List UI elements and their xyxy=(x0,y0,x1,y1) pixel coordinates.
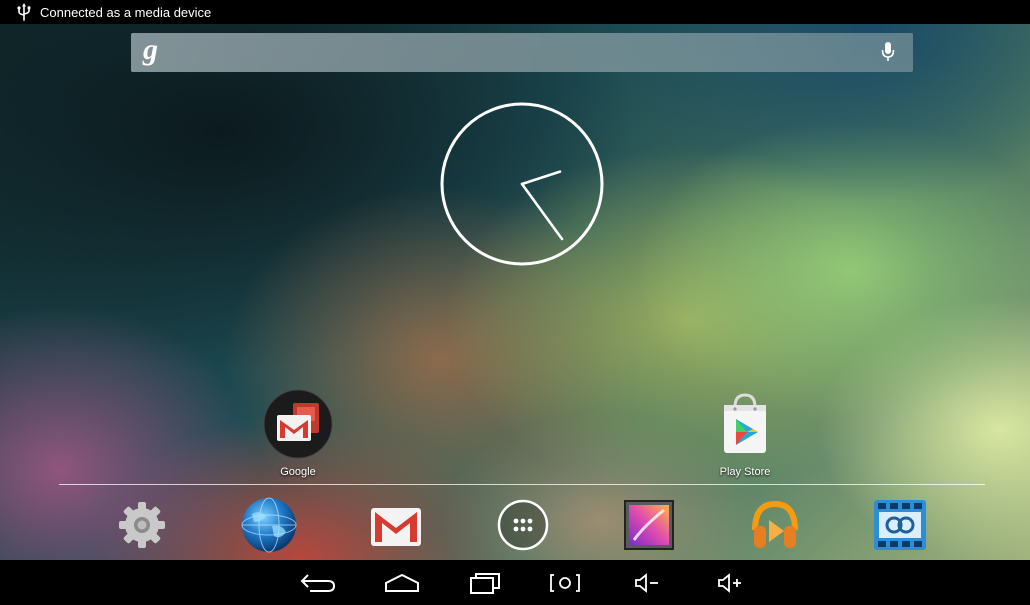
back-button[interactable] xyxy=(293,568,343,598)
analog-clock-widget[interactable] xyxy=(438,100,606,268)
app-label-play-store: Play Store xyxy=(719,466,771,478)
dock-divider xyxy=(59,484,985,485)
google-search-bar[interactable]: g xyxy=(131,33,913,72)
status-bar[interactable]: Connected as a media device xyxy=(0,0,1030,24)
mic-icon[interactable] xyxy=(881,41,895,63)
google-folder-icon xyxy=(263,389,333,459)
screenshot-icon xyxy=(550,574,580,592)
gmail-icon xyxy=(371,508,421,546)
volume-down-icon xyxy=(635,573,658,593)
volume-up-icon xyxy=(718,573,741,593)
screenshot-button[interactable] xyxy=(540,568,590,598)
settings-icon xyxy=(119,502,165,548)
google-logo[interactable]: g xyxy=(143,35,158,65)
dock-gmail[interactable] xyxy=(367,496,425,554)
app-drawer-icon xyxy=(497,499,549,551)
dock-app-drawer[interactable] xyxy=(494,496,552,554)
dock-gallery[interactable] xyxy=(620,496,678,554)
dock-browser[interactable] xyxy=(240,496,298,554)
back-icon xyxy=(300,574,336,592)
clock-minute-hand xyxy=(520,170,562,186)
recents-button[interactable] xyxy=(460,568,510,598)
play-store-app[interactable]: Play Store xyxy=(700,389,790,478)
dock-movie-studio[interactable] xyxy=(871,496,929,554)
play-music-icon xyxy=(752,500,798,548)
clock-hour-hand xyxy=(520,182,564,241)
usb-icon xyxy=(17,3,31,21)
browser-icon xyxy=(241,497,297,553)
search-input[interactable] xyxy=(181,33,845,72)
home-button[interactable] xyxy=(377,568,427,598)
app-label-google: Google xyxy=(280,466,316,478)
navigation-bar xyxy=(0,560,1030,605)
dock-play-music[interactable] xyxy=(746,496,804,554)
home-icon xyxy=(385,573,419,592)
recents-icon xyxy=(470,573,500,594)
volume-down-button[interactable] xyxy=(623,568,673,598)
volume-up-button[interactable] xyxy=(706,568,756,598)
gallery-icon xyxy=(624,500,674,550)
play-store-icon xyxy=(724,393,766,453)
movie-studio-icon xyxy=(874,500,926,550)
dock-settings[interactable] xyxy=(113,496,171,554)
google-folder[interactable]: Google xyxy=(253,389,343,478)
notification-text: Connected as a media device xyxy=(40,4,212,20)
